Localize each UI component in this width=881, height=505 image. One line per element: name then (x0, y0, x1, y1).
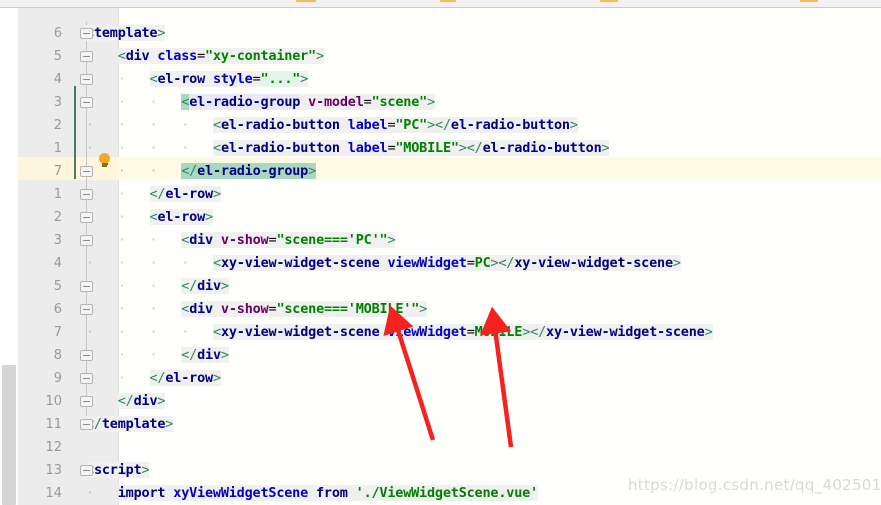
code-line[interactable]: 2 · · · · <el-radio-button label="PC"></e… (18, 114, 881, 137)
code-line[interactable]: 12 (18, 436, 881, 459)
code-text[interactable]: · · · <el-radio-group v-model="scene"> (86, 91, 435, 114)
line-number: 5 (53, 49, 62, 64)
code-text[interactable]: · · · </div> (86, 344, 229, 367)
left-gutter-strip (0, 8, 18, 505)
code-line[interactable]: 5 · <div class="xy-container"> (18, 45, 881, 68)
line-number: 2 (53, 210, 62, 225)
vertical-scrollbar-thumb[interactable] (2, 365, 16, 505)
code-fold-toggle[interactable] (80, 373, 93, 384)
code-line[interactable]: 3 · · · <el-radio-group v-model="scene"> (18, 91, 881, 114)
line-number: 6 (53, 302, 62, 317)
code-text[interactable]: · · · <div v-show="scene==='PC'"> (86, 229, 396, 252)
code-fold-toggle[interactable] (80, 235, 93, 246)
code-line[interactable]: 8 · · · </div> (18, 344, 881, 367)
code-line[interactable]: 6 · · · <div v-show="scene==='MOBILE'"> (18, 298, 881, 321)
code-line[interactable]: 1 · · · · <el-radio-button label="MOBILE"… (18, 137, 881, 160)
code-text[interactable]: </template> (86, 413, 173, 436)
code-text[interactable]: · · · · <xy-view-widget-scene viewWidget… (86, 321, 713, 344)
line-number: 8 (53, 348, 62, 363)
code-line[interactable]: 7 · · · · <xy-view-widget-scene viewWidge… (18, 321, 881, 344)
code-fold-toggle[interactable] (80, 419, 93, 430)
code-fold-toggle[interactable] (80, 166, 93, 177)
code-text[interactable]: <script> (86, 459, 150, 482)
line-number: 11 (45, 417, 62, 432)
code-line[interactable]: 5 · · · </div> (18, 275, 881, 298)
line-number: 13 (45, 463, 62, 478)
code-text[interactable]: · · · </div> (86, 275, 229, 298)
code-line[interactable]: 9 · · </el-row> (18, 367, 881, 390)
line-number: 1 (53, 141, 62, 156)
line-number: 9 (53, 371, 62, 386)
code-line[interactable]: 7 · · · </el-radio-group> (18, 160, 881, 183)
code-fold-toggle[interactable] (80, 212, 93, 223)
code-text[interactable]: · · <el-row style="..."> (86, 68, 308, 91)
breadcrumb-mark-4 (800, 0, 818, 2)
code-text[interactable]: · import xyViewWidgetScene from './ViewW… (86, 482, 538, 505)
line-number: 6 (53, 26, 62, 41)
code-fold-toggle[interactable] (80, 396, 93, 407)
code-line[interactable]: 10 · </div> (18, 390, 881, 413)
breadcrumb-mark-3 (600, 0, 618, 2)
code-text[interactable]: · · · · <el-radio-button label="PC"></el… (86, 114, 578, 137)
line-number: 7 (53, 164, 62, 179)
code-fold-toggle[interactable] (80, 74, 93, 85)
code-fold-toggle[interactable] (80, 304, 93, 315)
code-text[interactable]: · · </el-row> (86, 367, 221, 390)
code-text[interactable]: · · · · <el-radio-button label="MOBILE">… (86, 137, 610, 160)
line-number: 7 (53, 325, 62, 340)
code-line[interactable]: 6 <template> (18, 22, 881, 45)
ide-editor-window: 6 <template> 5 · <div class="xy-container">… (0, 0, 881, 505)
code-text[interactable]: · </div> (86, 390, 166, 413)
line-number: 3 (53, 95, 62, 110)
code-text[interactable]: · · · · <xy-view-widget-scene viewWidget… (86, 252, 681, 275)
code-line[interactable]: 1 · · </el-row> (18, 183, 881, 206)
code-fold-toggle[interactable] (80, 465, 93, 476)
code-line[interactable]: 3 · · · <div v-show="scene==='PC'"> (18, 229, 881, 252)
line-number: 14 (45, 486, 62, 501)
code-fold-toggle[interactable] (80, 189, 93, 200)
code-text[interactable]: · <div class="xy-container"> (86, 45, 324, 68)
code-fold-toggle[interactable] (80, 28, 93, 39)
code-text[interactable]: · · · </el-radio-group> (86, 160, 316, 183)
line-number: 4 (53, 256, 62, 271)
code-line[interactable]: 4 · · <el-row style="..."> (18, 68, 881, 91)
intention-bulb-icon[interactable] (98, 153, 111, 167)
code-line[interactable]: 4 · · · · <xy-view-widget-scene viewWidge… (18, 252, 881, 275)
code-fold-toggle[interactable] (80, 281, 93, 292)
code-line[interactable]: 2 · · <el-row> (18, 206, 881, 229)
line-number: 5 (53, 279, 62, 294)
code-text[interactable]: · · · <div v-show="scene==='MOBILE'"> (86, 298, 427, 321)
breadcrumb-bar (0, 0, 881, 8)
code-editor-area[interactable]: 6 <template> 5 · <div class="xy-container">… (18, 8, 881, 505)
breadcrumb-mark-1 (296, 0, 316, 2)
line-number: 12 (45, 440, 62, 455)
line-number: 2 (53, 118, 62, 133)
code-text[interactable]: · · <el-row> (86, 206, 213, 229)
code-text[interactable]: · · </el-row> (86, 183, 221, 206)
code-fold-toggle[interactable] (80, 97, 93, 108)
code-fold-toggle[interactable] (80, 350, 93, 361)
line-number: 3 (53, 233, 62, 248)
line-number: 1 (53, 187, 62, 202)
watermark-text: https://blog.csdn.net/qq_40250122 (628, 476, 881, 494)
line-number: 4 (53, 72, 62, 87)
code-fold-toggle[interactable] (80, 51, 93, 62)
breadcrumb-mark-2 (440, 0, 456, 2)
code-line[interactable]: 11 </template> (18, 413, 881, 436)
code-text[interactable]: <template> (86, 22, 165, 45)
line-number: 10 (45, 394, 62, 409)
